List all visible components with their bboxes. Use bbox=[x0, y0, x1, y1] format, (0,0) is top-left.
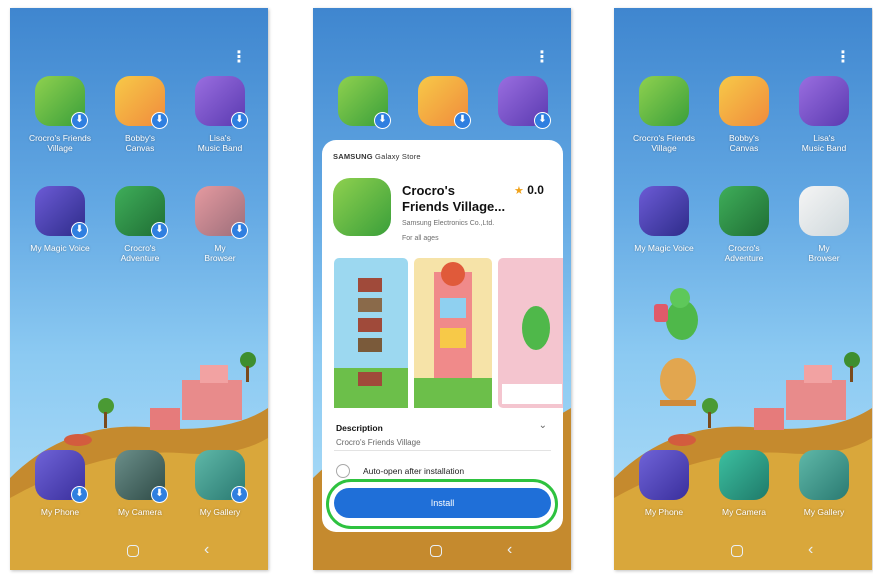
download-icon: ⬇ bbox=[151, 222, 168, 239]
app-my-phone[interactable]: ⬇ My Phone bbox=[27, 450, 93, 517]
screenshot-carousel[interactable] bbox=[322, 258, 563, 408]
app-label: Bobby's Canvas bbox=[125, 133, 155, 153]
back-icon[interactable]: ‹ bbox=[507, 541, 512, 559]
install-button[interactable]: Install bbox=[334, 488, 551, 518]
app-crocros-friends-village[interactable]: ⬇ bbox=[330, 76, 396, 129]
more-options-icon[interactable]: ⋮ bbox=[231, 50, 247, 66]
divider bbox=[334, 450, 551, 451]
home-button-icon[interactable] bbox=[430, 545, 442, 557]
developer-name: Samsung Electronics Co.,Ltd. bbox=[402, 220, 495, 227]
app-lisas-music-band[interactable]: ⬇ bbox=[490, 76, 556, 129]
app-label: Crocro's Friends Village bbox=[28, 133, 92, 153]
app-label: My Camera bbox=[722, 507, 766, 517]
app-label: My Gallery bbox=[199, 507, 241, 517]
download-icon: ⬇ bbox=[231, 222, 248, 239]
app-label: My Phone bbox=[40, 507, 80, 517]
app-label: Lisa's Music Band bbox=[197, 133, 243, 153]
back-icon[interactable]: ‹ bbox=[808, 541, 813, 559]
app-lisas-music-band[interactable]: ⬇ Lisa's Music Band bbox=[187, 76, 253, 153]
download-icon: ⬇ bbox=[71, 222, 88, 239]
store-header: SAMSUNG Galaxy Store bbox=[333, 152, 421, 161]
app-label: My Camera bbox=[118, 507, 162, 517]
rating-value: 0.0 bbox=[527, 183, 544, 197]
download-icon: ⬇ bbox=[71, 112, 88, 129]
app-label: My Browser bbox=[808, 243, 840, 263]
crocodile-house-icon bbox=[333, 178, 391, 236]
star-icon: ★ bbox=[514, 185, 524, 197]
app-lisas-music-band[interactable]: Lisa's Music Band bbox=[791, 76, 857, 153]
app-label: Crocro's Adventure bbox=[724, 243, 764, 263]
koala-magician-icon bbox=[639, 186, 689, 236]
app-label: Crocro's Adventure bbox=[120, 243, 160, 263]
navigation-bar: ‹ bbox=[10, 541, 268, 562]
home-screen-after-install: ⋮ Crocro's Friends Village Bobby's Canva… bbox=[614, 8, 872, 570]
download-icon: ⬇ bbox=[151, 486, 168, 503]
app-label: Crocro's Friends Village bbox=[632, 133, 696, 153]
screenshot-1 bbox=[334, 258, 408, 408]
store-brand: SAMSUNG bbox=[333, 152, 373, 161]
app-label: Bobby's Canvas bbox=[729, 133, 759, 153]
cat-wizard-icon bbox=[799, 186, 849, 236]
app-my-browser[interactable]: ⬇ My Browser bbox=[187, 186, 253, 263]
koala-phone-icon bbox=[639, 450, 689, 500]
download-icon: ⬇ bbox=[71, 486, 88, 503]
app-label: My Gallery bbox=[803, 507, 845, 517]
navigation-bar: ‹ bbox=[313, 541, 571, 562]
home-button-icon[interactable] bbox=[127, 545, 139, 557]
app-label: Lisa's Music Band bbox=[801, 133, 847, 153]
app-crocros-adventure[interactable]: Crocro's Adventure bbox=[711, 186, 777, 263]
auto-open-label: Auto-open after installation bbox=[363, 466, 465, 476]
app-my-gallery[interactable]: ⬇ My Gallery bbox=[187, 450, 253, 517]
auto-open-radio[interactable] bbox=[336, 464, 350, 478]
description-title: Description bbox=[336, 423, 383, 433]
app-label: My Browser bbox=[204, 243, 236, 263]
download-icon: ⬇ bbox=[151, 112, 168, 129]
app-my-camera[interactable]: ⬇ My Camera bbox=[107, 450, 173, 517]
download-icon: ⬇ bbox=[454, 112, 471, 129]
home-screen-before-install: ⋮ ⬇ Crocro's Friends Village ⬇ Bobby's C… bbox=[10, 8, 268, 570]
app-my-phone[interactable]: My Phone bbox=[631, 450, 697, 517]
koala-singer-icon bbox=[799, 76, 849, 126]
app-label: My Phone bbox=[644, 507, 684, 517]
screenshot-3 bbox=[498, 258, 563, 408]
description-text: Crocro's Friends Village bbox=[336, 438, 421, 447]
more-options-icon[interactable]: ⋮ bbox=[534, 50, 550, 66]
crocodile-adventure-icon bbox=[719, 186, 769, 236]
app-bobbys-canvas[interactable]: ⬇ bbox=[410, 76, 476, 129]
back-icon[interactable]: ‹ bbox=[204, 541, 209, 559]
app-bobbys-canvas[interactable]: ⬇ Bobby's Canvas bbox=[107, 76, 173, 153]
app-my-gallery[interactable]: My Gallery bbox=[791, 450, 857, 517]
download-icon: ⬇ bbox=[231, 486, 248, 503]
crocodile-house-icon bbox=[639, 76, 689, 126]
app-my-browser[interactable]: My Browser bbox=[791, 186, 857, 263]
age-rating: For all ages bbox=[402, 235, 439, 242]
app-crocros-friends-village[interactable]: Crocro's Friends Village bbox=[631, 76, 697, 153]
crocodile-character bbox=[654, 288, 698, 406]
rating: ★ 0.0 bbox=[514, 183, 544, 197]
screenshot-2 bbox=[414, 258, 492, 408]
app-label: My Magic Voice bbox=[634, 243, 694, 253]
panda-camera-icon bbox=[719, 450, 769, 500]
chevron-down-icon[interactable]: ⌄ bbox=[539, 420, 547, 431]
app-title: Crocro's Friends Village... bbox=[402, 183, 506, 214]
app-label: My Magic Voice bbox=[30, 243, 90, 253]
download-icon: ⬇ bbox=[374, 112, 391, 129]
photo-gallery-icon bbox=[799, 450, 849, 500]
download-icon: ⬇ bbox=[534, 112, 551, 129]
more-options-icon[interactable]: ⋮ bbox=[835, 50, 851, 66]
app-bobbys-canvas[interactable]: Bobby's Canvas bbox=[711, 76, 777, 153]
galaxy-store-install-sheet: SAMSUNG Galaxy Store Crocro's Friends Vi… bbox=[322, 140, 563, 532]
store-name: Galaxy Store bbox=[375, 152, 421, 161]
home-screen-store-sheet: ⋮ ⬇ ⬇ ⬇ SAMSUNG Galaxy Store Crocro's Fr… bbox=[313, 8, 571, 570]
pig-painter-icon bbox=[719, 76, 769, 126]
navigation-bar: ‹ bbox=[614, 541, 872, 562]
app-my-camera[interactable]: My Camera bbox=[711, 450, 777, 517]
home-button-icon[interactable] bbox=[731, 545, 743, 557]
app-my-magic-voice[interactable]: My Magic Voice bbox=[631, 186, 697, 253]
app-crocros-adventure[interactable]: ⬇ Crocro's Adventure bbox=[107, 186, 173, 263]
download-icon: ⬇ bbox=[231, 112, 248, 129]
app-my-magic-voice[interactable]: ⬇ My Magic Voice bbox=[27, 186, 93, 253]
app-crocros-friends-village[interactable]: ⬇ Crocro's Friends Village bbox=[27, 76, 93, 153]
